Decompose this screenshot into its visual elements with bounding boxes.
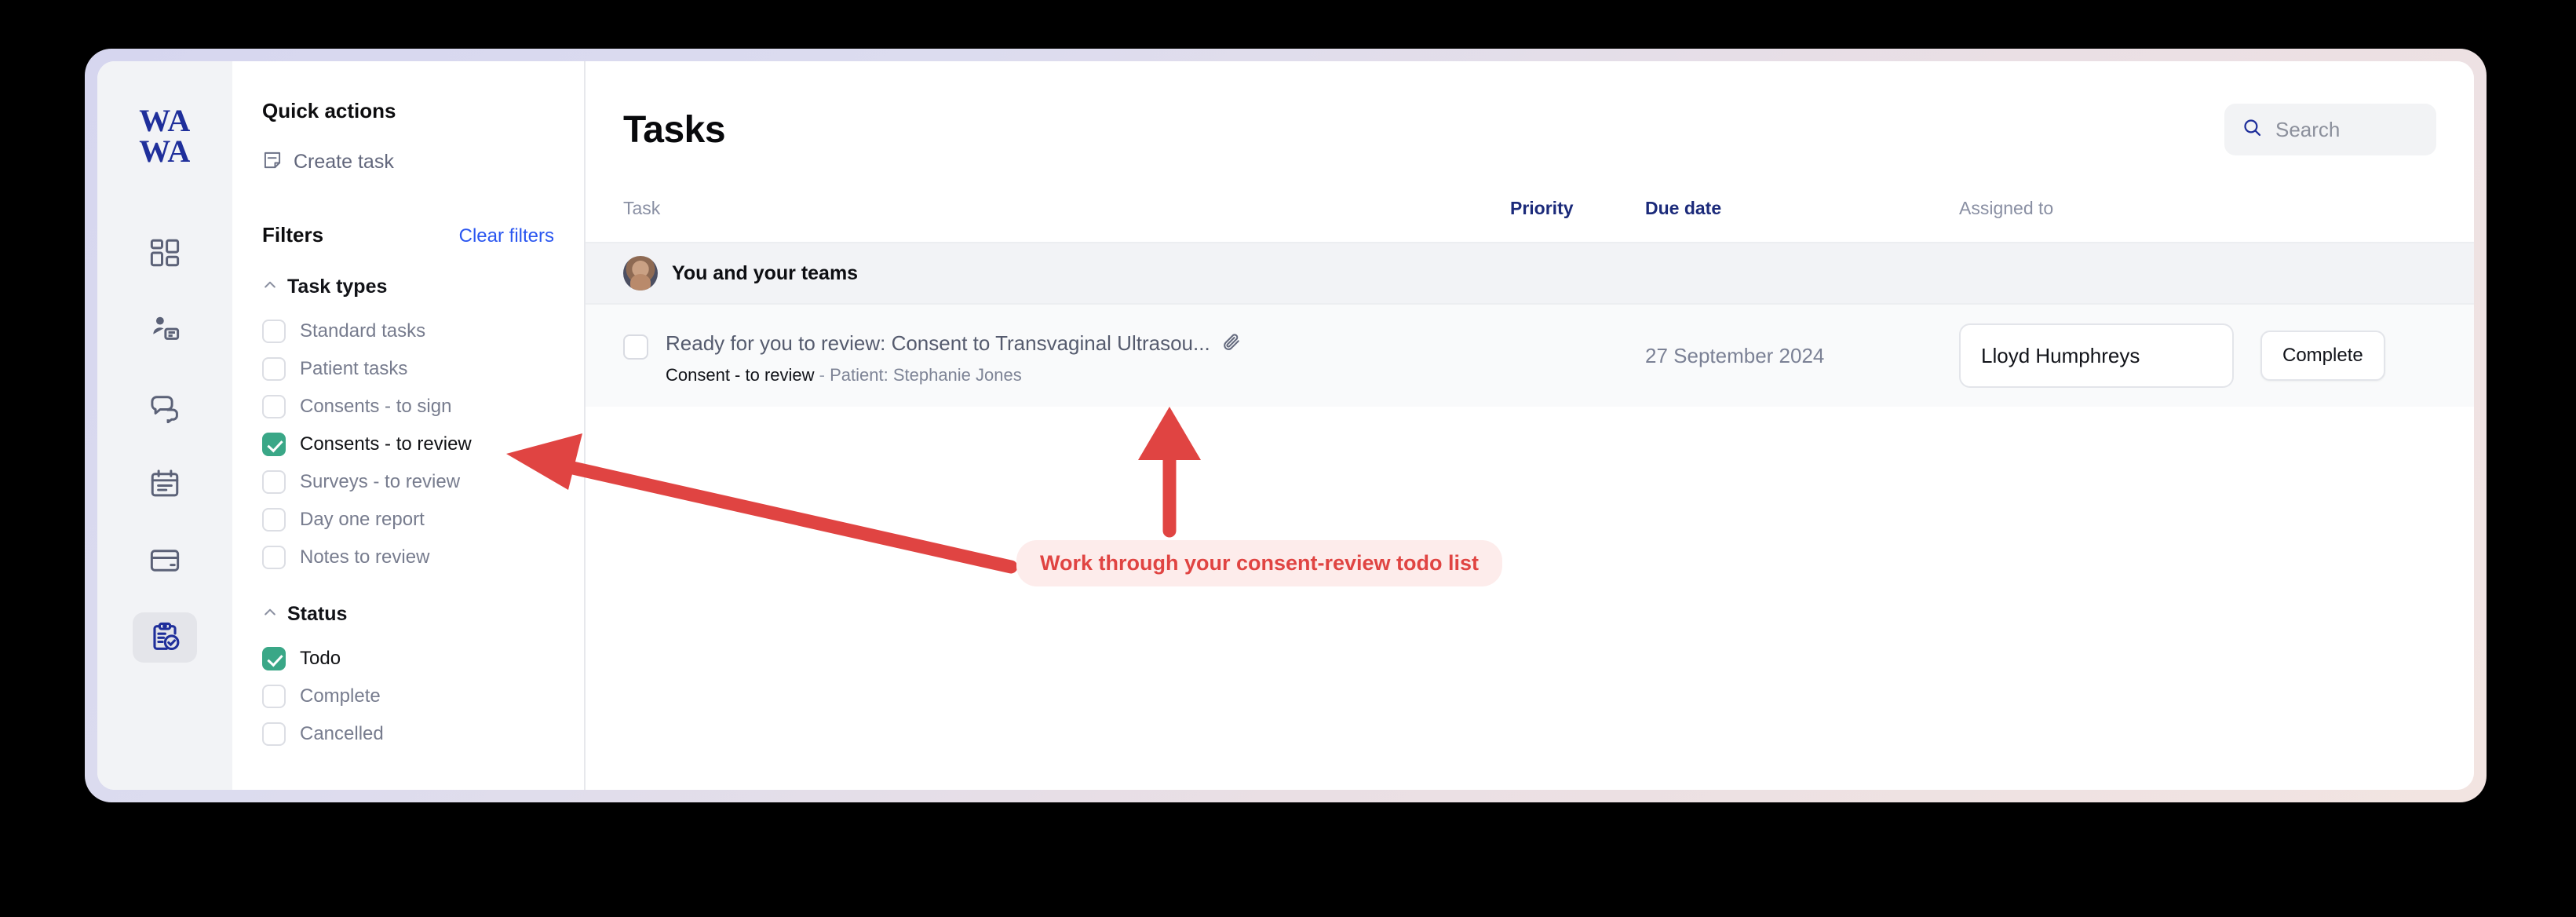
create-task-label: Create task bbox=[294, 151, 394, 173]
task-due-date: 27 September 2024 bbox=[1645, 343, 1825, 367]
filter-label-todo: Todo bbox=[300, 648, 341, 669]
calendar-icon bbox=[148, 467, 181, 500]
filters-panel: Quick actions Create task Filters Clear … bbox=[232, 61, 586, 790]
task-text-block: Ready for you to review: Consent to Tran… bbox=[666, 331, 1242, 385]
task-group-label: You and your teams bbox=[672, 261, 859, 284]
main-panel: Tasks Search Task Priority Due date Assi… bbox=[586, 61, 2474, 790]
checkbox-cancelled[interactable] bbox=[262, 722, 286, 746]
rail-item-patients[interactable] bbox=[133, 305, 197, 355]
column-header-assigned-to[interactable]: Assigned to bbox=[1959, 198, 2436, 219]
search-placeholder: Search bbox=[2275, 117, 2341, 141]
filter-group-status: Status Todo Complete Cancelled bbox=[262, 603, 554, 753]
rail-item-dashboard[interactable] bbox=[133, 228, 197, 278]
filter-option-surveys-to-review[interactable]: Surveys - to review bbox=[262, 463, 554, 501]
create-task-button[interactable]: Create task bbox=[262, 150, 554, 174]
chevron-up-icon bbox=[262, 605, 278, 624]
filter-label-consents-to-sign: Consents - to sign bbox=[300, 396, 452, 417]
search-input[interactable]: Search bbox=[2224, 104, 2436, 155]
complete-button[interactable]: Complete bbox=[2260, 331, 2385, 381]
logo-line-1: WA bbox=[139, 103, 191, 138]
task-checkbox[interactable] bbox=[623, 334, 648, 360]
rail-item-calendar[interactable] bbox=[133, 458, 197, 509]
checkbox-day-one-report[interactable] bbox=[262, 508, 286, 532]
filter-option-todo[interactable]: Todo bbox=[262, 640, 554, 678]
rail-item-list bbox=[133, 228, 197, 663]
filter-option-cancelled[interactable]: Cancelled bbox=[262, 715, 554, 753]
checkbox-todo[interactable] bbox=[262, 647, 286, 670]
filter-option-patient-tasks[interactable]: Patient tasks bbox=[262, 350, 554, 388]
checkbox-patient-tasks[interactable] bbox=[262, 357, 286, 381]
filter-option-day-one-report[interactable]: Day one report bbox=[262, 501, 554, 539]
messages-chat-icon bbox=[148, 390, 181, 424]
task-title[interactable]: Ready for you to review: Consent to Tran… bbox=[666, 331, 1210, 356]
chevron-up-icon bbox=[262, 277, 278, 297]
filter-label-complete: Complete bbox=[300, 685, 381, 707]
checkbox-consents-to-sign[interactable] bbox=[262, 395, 286, 418]
filter-group-task-types-title: Task types bbox=[287, 276, 388, 298]
page-title: Tasks bbox=[623, 108, 726, 151]
app-frame: WA WA Quick actions Create task Filters … bbox=[85, 49, 2487, 802]
filters-title: Filters bbox=[262, 223, 324, 247]
dashboard-grid-icon bbox=[148, 236, 181, 269]
filter-label-patient-tasks: Patient tasks bbox=[300, 358, 408, 379]
checkbox-complete[interactable] bbox=[262, 685, 286, 708]
filter-label-notes-to-review: Notes to review bbox=[300, 546, 430, 568]
rail-item-messages[interactable] bbox=[133, 382, 197, 432]
patient-record-icon bbox=[148, 313, 181, 346]
checkbox-standard-tasks[interactable] bbox=[262, 320, 286, 343]
filter-group-status-title: Status bbox=[287, 603, 348, 625]
filter-option-notes-to-review[interactable]: Notes to review bbox=[262, 539, 554, 576]
search-icon bbox=[2242, 117, 2263, 142]
paperclip-icon bbox=[1221, 331, 1242, 356]
rail-item-tasks[interactable] bbox=[133, 612, 197, 663]
table-row[interactable]: Ready for you to review: Consent to Tran… bbox=[586, 305, 2474, 407]
filter-group-task-types: Task types Standard tasks Patient tasks … bbox=[262, 276, 554, 576]
annotation-callout: Work through your consent-review todo li… bbox=[1016, 540, 1503, 586]
task-assignee-cell: Lloyd Humphreys Complete bbox=[1959, 323, 2436, 388]
logo-line-2: WA bbox=[139, 133, 191, 170]
clear-filters-link[interactable]: Clear filters bbox=[459, 225, 554, 247]
checkbox-notes-to-review[interactable] bbox=[262, 546, 286, 569]
filter-option-consents-to-sign[interactable]: Consents - to sign bbox=[262, 388, 554, 426]
filter-label-day-one-report: Day one report bbox=[300, 509, 425, 530]
filter-option-standard-tasks[interactable]: Standard tasks bbox=[262, 312, 554, 350]
filter-label-standard-tasks: Standard tasks bbox=[300, 320, 426, 342]
rail-item-billing[interactable] bbox=[133, 535, 197, 586]
assignee-select[interactable]: Lloyd Humphreys bbox=[1959, 323, 2234, 388]
icon-rail: WA WA bbox=[97, 61, 232, 790]
column-header-priority[interactable]: Priority bbox=[1510, 198, 1645, 219]
note-add-icon bbox=[262, 150, 283, 174]
app-window: WA WA Quick actions Create task Filters … bbox=[97, 61, 2474, 790]
quick-actions-title: Quick actions bbox=[262, 99, 396, 122]
app-logo: WA WA bbox=[139, 103, 191, 170]
filter-group-status-header[interactable]: Status bbox=[262, 603, 554, 626]
filter-option-consents-to-review[interactable]: Consents - to review bbox=[262, 426, 554, 463]
table-header: Task Priority Due date Assigned to bbox=[586, 174, 2474, 242]
task-sub-separator: - bbox=[819, 364, 825, 385]
billing-card-icon bbox=[148, 544, 181, 577]
main-header: Tasks Search bbox=[586, 61, 2474, 155]
filter-group-task-types-header[interactable]: Task types bbox=[262, 276, 554, 298]
task-cell: Ready for you to review: Consent to Tran… bbox=[623, 327, 1510, 385]
avatar bbox=[623, 256, 658, 290]
filter-label-surveys-to-review: Surveys - to review bbox=[300, 471, 461, 492]
tasks-clipboard-check-icon bbox=[148, 620, 182, 655]
filters-header: Filters Clear filters bbox=[262, 223, 554, 247]
checkbox-surveys-to-review[interactable] bbox=[262, 470, 286, 494]
task-type: Consent - to review bbox=[666, 364, 815, 385]
task-patient: Patient: Stephanie Jones bbox=[830, 364, 1022, 385]
filter-label-cancelled: Cancelled bbox=[300, 723, 384, 744]
task-title-line: Ready for you to review: Consent to Tran… bbox=[666, 331, 1242, 356]
column-header-due-date[interactable]: Due date bbox=[1645, 198, 1959, 219]
column-header-task[interactable]: Task bbox=[623, 198, 1510, 219]
filter-option-complete[interactable]: Complete bbox=[262, 678, 554, 715]
checkbox-consents-to-review[interactable] bbox=[262, 433, 286, 456]
filter-label-consents-to-review: Consents - to review bbox=[300, 433, 472, 455]
task-group-header[interactable]: You and your teams bbox=[586, 242, 2474, 305]
task-subtitle: Consent - to review - Patient: Stephanie… bbox=[666, 365, 1242, 385]
